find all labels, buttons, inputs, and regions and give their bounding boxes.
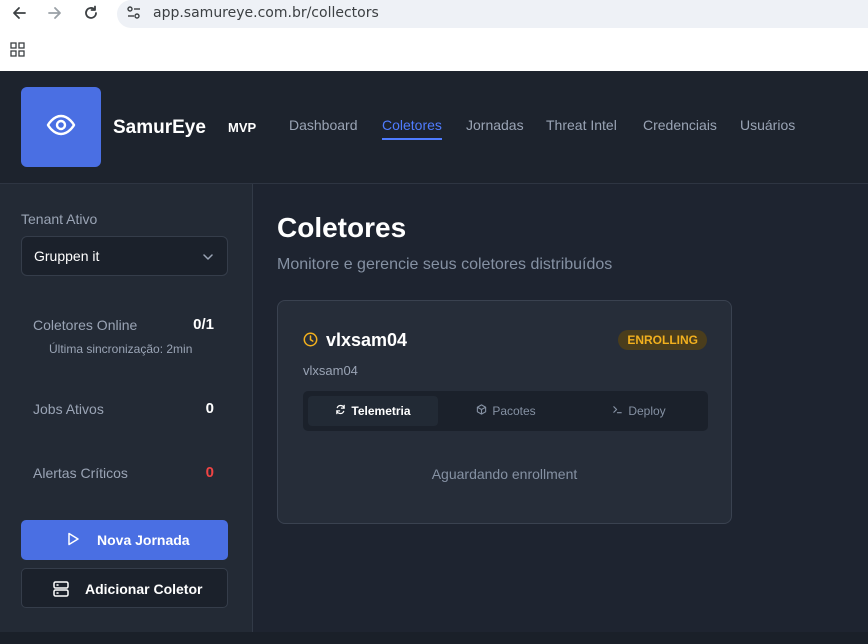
nav-threat-intel[interactable]: Threat Intel bbox=[546, 117, 617, 133]
refresh-icon bbox=[335, 404, 346, 418]
empty-state-message: Aguardando enrollment bbox=[431, 466, 578, 482]
bottom-edge bbox=[0, 632, 868, 644]
browser-chrome: app.samureye.com.br/collectors bbox=[0, 0, 868, 71]
terminal-icon bbox=[612, 404, 623, 418]
main-content: Coletores Monitore e gerencie seus colet… bbox=[254, 184, 868, 632]
eye-icon bbox=[46, 110, 76, 145]
new-journey-label: Nova Jornada bbox=[97, 532, 190, 548]
collector-tabs: Telemetria Pacotes Deploy bbox=[303, 391, 708, 431]
collector-name: vlxsam04 bbox=[326, 330, 408, 350]
status-badge: ENROLLING bbox=[618, 330, 707, 350]
brand-name: SamurEye bbox=[113, 117, 206, 138]
page-subtitle: Monitore e gerencie seus coletores distr… bbox=[277, 256, 613, 273]
server-icon bbox=[52, 580, 70, 603]
page-title: Coletores bbox=[277, 212, 407, 243]
tab-deploy-label: Deploy bbox=[628, 404, 666, 418]
new-journey-button[interactable]: Nova Jornada bbox=[21, 520, 228, 560]
forward-arrow-icon[interactable] bbox=[46, 4, 64, 22]
app-header: SamurEye MVP Dashboard Coletores Jornada… bbox=[0, 71, 868, 184]
collector-card: vlxsam04 ENROLLING vlxsam04 Telemetria P… bbox=[277, 300, 732, 524]
collector-hostname: vlxsam04 bbox=[303, 363, 358, 378]
url-text[interactable]: app.samureye.com.br/collectors bbox=[153, 5, 379, 21]
play-icon bbox=[65, 531, 81, 552]
site-settings-icon[interactable] bbox=[125, 4, 143, 27]
edition-label: MVP bbox=[228, 120, 257, 135]
back-arrow-icon[interactable] bbox=[10, 4, 28, 22]
tab-deploy[interactable]: Deploy bbox=[574, 396, 704, 426]
apps-grid-icon[interactable] bbox=[10, 42, 26, 63]
tab-telemetria[interactable]: Telemetria bbox=[308, 396, 438, 426]
clock-icon bbox=[303, 332, 318, 352]
tab-pacotes[interactable]: Pacotes bbox=[441, 396, 571, 426]
nav-jornadas[interactable]: Jornadas bbox=[466, 117, 524, 133]
nav-coletores[interactable]: Coletores bbox=[382, 117, 442, 133]
critical-alerts-label: Alertas Críticos bbox=[33, 465, 128, 481]
nav-dashboard[interactable]: Dashboard bbox=[289, 117, 358, 133]
tab-pacotes-label: Pacotes bbox=[492, 404, 536, 418]
active-nav-indicator bbox=[382, 138, 442, 140]
active-jobs-label: Jobs Ativos bbox=[33, 401, 104, 417]
logo[interactable] bbox=[21, 87, 101, 167]
collectors-online-label: Coletores Online bbox=[33, 317, 138, 333]
add-collector-button[interactable]: Adicionar Coletor bbox=[21, 568, 228, 608]
nav-usuarios[interactable]: Usuários bbox=[740, 117, 795, 133]
package-icon bbox=[476, 404, 487, 418]
tenant-value: Gruppen it bbox=[34, 248, 100, 264]
tab-telemetria-label: Telemetria bbox=[351, 404, 411, 418]
collectors-online-value: 0/1 bbox=[193, 316, 214, 333]
last-sync-text: Última sincronização: 2min bbox=[49, 342, 193, 356]
tenant-select[interactable]: Gruppen it bbox=[21, 236, 228, 276]
sidebar: Tenant Ativo Gruppen it Coletores Online… bbox=[0, 184, 253, 632]
nav-credenciais[interactable]: Credenciais bbox=[643, 117, 717, 133]
add-collector-label: Adicionar Coletor bbox=[85, 581, 203, 597]
critical-alerts-value: 0 bbox=[205, 464, 214, 481]
chevron-down-icon bbox=[201, 250, 215, 269]
active-jobs-value: 0 bbox=[205, 400, 214, 417]
reload-icon[interactable] bbox=[82, 4, 100, 22]
tenant-label: Tenant Ativo bbox=[21, 211, 98, 227]
